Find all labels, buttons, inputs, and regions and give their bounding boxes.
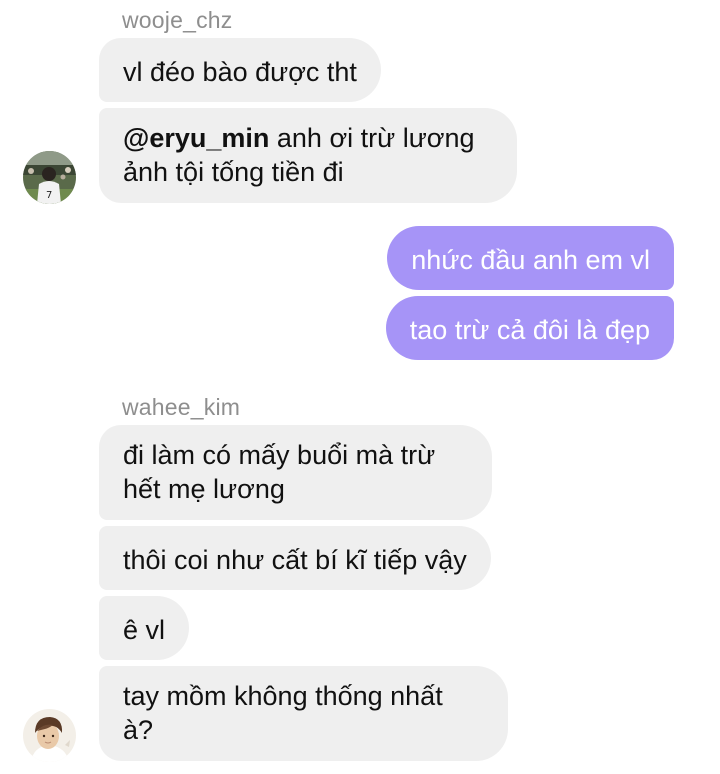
message-bubble-incoming[interactable]: tay mồm không thống nhất à? [99,666,508,761]
message-line: đi làm có mấy buổi mà trừ [123,440,436,470]
sender-name-wooje-chz[interactable]: wooje_chz [122,7,232,34]
message-text: thôi coi như cất bí kĩ tiếp vậy [123,545,467,575]
message-bubble-incoming[interactable]: @eryu_min anh ơi trừ lương ảnh tội tống … [99,108,517,203]
user-mention[interactable]: @eryu_min [123,123,269,153]
message-line: @eryu_min anh ơi trừ lương [123,121,493,155]
message-bubble-incoming[interactable]: thôi coi như cất bí kĩ tiếp vậy [99,526,491,590]
message-text: tao trừ cả đôi là đẹp [409,315,650,345]
message-line: hết mẹ lương [123,474,285,504]
message-bubble-outgoing[interactable]: nhức đầu anh em vl [387,226,674,290]
message-bubble-incoming[interactable]: đi làm có mấy buổi mà trừ hết mẹ lương [99,425,492,520]
message-bubble-outgoing[interactable]: tao trừ cả đôi là đẹp [385,296,674,360]
message-bubble-incoming[interactable]: vl đéo bào được tht [99,38,381,102]
avatar-wooje-chz[interactable]: 7 [23,151,76,204]
avatar-wahee-kim[interactable] [23,709,76,762]
message-text: anh ơi trừ lương [269,123,475,153]
message-text: vl đéo bào được tht [123,57,357,87]
message-text: nhức đầu anh em vl [411,245,650,275]
message-line: à? [123,715,154,745]
message-bubble-incoming[interactable]: ê vl [99,596,190,660]
avatar-photo-icon [23,709,76,762]
svg-text:7: 7 [46,190,52,201]
message-text: ê vl [123,615,166,645]
message-line: tay mồm không thống nhất [123,681,443,711]
avatar-photo-icon: 7 [23,151,76,204]
message-line: ảnh tội tống tiền đi [123,157,344,187]
sender-name-wahee-kim[interactable]: wahee_kim [122,394,240,421]
